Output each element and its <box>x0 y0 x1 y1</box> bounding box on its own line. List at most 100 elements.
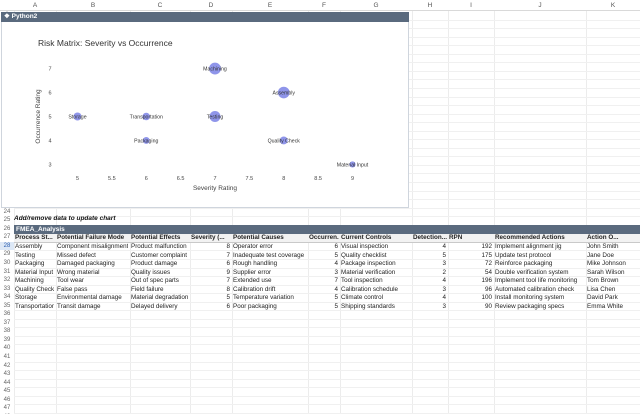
table-cell[interactable]: 5 <box>309 252 338 261</box>
table-cell[interactable]: Testing <box>15 252 54 261</box>
column-header-j[interactable]: J <box>494 2 586 9</box>
table-cell[interactable]: Implement alignment jig <box>495 243 584 252</box>
table-cell[interactable]: David Park <box>587 294 638 303</box>
row-header-31[interactable]: 31 <box>0 268 14 277</box>
table-cell[interactable]: 2 <box>413 269 446 278</box>
row-header-40[interactable]: 40 <box>0 344 14 353</box>
row-header-25[interactable]: 25 <box>0 216 14 225</box>
column-header-i[interactable]: I <box>448 2 494 9</box>
table-cell[interactable]: Operator error <box>233 243 306 252</box>
table-cell[interactable]: 5 <box>413 252 446 261</box>
table-cell[interactable]: Implement tool life monitoring <box>495 277 584 286</box>
row-header-34[interactable]: 34 <box>0 293 14 302</box>
table-cell[interactable]: 72 <box>449 260 492 269</box>
table-header-cell[interactable]: Detection... <box>413 234 447 243</box>
column-header-c[interactable]: C <box>130 2 190 9</box>
table-header-cell[interactable]: Action O... <box>587 234 639 243</box>
table-cell[interactable]: Jane Doe <box>587 252 638 261</box>
table-cell[interactable]: Emma White <box>587 303 638 312</box>
table-cell[interactable]: Visual inspection <box>341 243 410 252</box>
chart-area[interactable]: Risk Matrix: Severity vs Occurrence Sever… <box>1 22 409 208</box>
table-header-cell[interactable]: Current Controls <box>341 234 411 243</box>
table-cell[interactable]: Transit damage <box>57 303 128 312</box>
table-cell[interactable]: 4 <box>413 294 446 303</box>
table-cell[interactable]: Extended use <box>233 277 306 286</box>
table-header-cell[interactable]: Recommended Actions <box>495 234 585 243</box>
table-cell[interactable]: 90 <box>449 303 492 312</box>
table-cell[interactable]: Storage <box>15 294 54 303</box>
table-cell[interactable]: 96 <box>449 286 492 295</box>
table-cell[interactable]: Customer complaint <box>131 252 188 261</box>
table-cell[interactable]: 175 <box>449 252 492 261</box>
table-cell[interactable]: 4 <box>309 260 338 269</box>
table-cell[interactable]: Damaged packaging <box>57 260 128 269</box>
row-header-30[interactable]: 30 <box>0 259 14 268</box>
table-cell[interactable]: Quality Check <box>15 286 54 295</box>
table-cell[interactable]: Material Input <box>15 269 54 278</box>
table-cell[interactable]: Assembly <box>15 243 54 252</box>
table-cell[interactable]: 6 <box>309 243 338 252</box>
table-cell[interactable]: Product damage <box>131 260 188 269</box>
column-header-f[interactable]: F <box>308 2 340 9</box>
table-cell[interactable]: Reinforce packaging <box>495 260 584 269</box>
table-cell[interactable]: Product malfunction <box>131 243 188 252</box>
table-cell[interactable]: Missed defect <box>57 252 128 261</box>
table-cell[interactable]: Calibration schedule <box>341 286 410 295</box>
table-cell[interactable]: Double verification system <box>495 269 584 278</box>
row-header-47[interactable]: 47 <box>0 404 14 413</box>
table-cell[interactable]: 3 <box>413 260 446 269</box>
table-cell[interactable]: Field failure <box>131 286 188 295</box>
row-header-38[interactable]: 38 <box>0 327 14 336</box>
row-header-36[interactable]: 36 <box>0 310 14 319</box>
column-header-k[interactable]: K <box>586 2 640 9</box>
table-cell[interactable]: Install monitoring system <box>495 294 584 303</box>
table-cell[interactable]: 4 <box>309 286 338 295</box>
table-header-cell[interactable]: Potential Causes <box>233 234 307 243</box>
table-cell[interactable]: Component misalignment <box>57 243 128 252</box>
table-cell[interactable]: 54 <box>449 269 492 278</box>
row-header-33[interactable]: 33 <box>0 285 14 294</box>
table-cell[interactable]: Tom Brown <box>587 277 638 286</box>
table-cell[interactable]: 8 <box>191 243 230 252</box>
row-header-28[interactable]: 28 <box>0 241 14 251</box>
row-header-27[interactable]: 27 <box>0 233 14 242</box>
table-cell[interactable]: Calibration drift <box>233 286 306 295</box>
table-cell[interactable]: False pass <box>57 286 128 295</box>
column-header-d[interactable]: D <box>190 2 232 9</box>
table-header-cell[interactable]: RPN <box>449 234 493 243</box>
table-cell[interactable]: Update test protocol <box>495 252 584 261</box>
table-header-cell[interactable]: Potential Failure Mode <box>57 234 129 243</box>
table-cell[interactable]: Material verification <box>341 269 410 278</box>
table-cell[interactable]: Inadequate test coverage <box>233 252 306 261</box>
table-cell[interactable]: Delayed delivery <box>131 303 188 312</box>
row-header-39[interactable]: 39 <box>0 336 14 345</box>
table-cell[interactable]: Packaging <box>15 260 54 269</box>
table-cell[interactable]: 4 <box>413 243 446 252</box>
table-cell[interactable]: Climate control <box>341 294 410 303</box>
table-cell[interactable]: John Smith <box>587 243 638 252</box>
table-cell[interactable]: 8 <box>191 286 230 295</box>
row-header-42[interactable]: 42 <box>0 362 14 371</box>
table-cell[interactable]: Package inspection <box>341 260 410 269</box>
row-header-44[interactable]: 44 <box>0 379 14 388</box>
table-cell[interactable]: Sarah Wilson <box>587 269 638 278</box>
table-cell[interactable]: Wrong material <box>57 269 128 278</box>
table-cell[interactable]: 6 <box>191 260 230 269</box>
row-header-35[interactable]: 35 <box>0 302 14 311</box>
table-header-cell[interactable]: Process St... <box>15 234 55 243</box>
table-cell[interactable]: 196 <box>449 277 492 286</box>
row-header-45[interactable]: 45 <box>0 387 14 396</box>
table-cell[interactable]: Tool inspection <box>341 277 410 286</box>
table-cell[interactable]: Lisa Chen <box>587 286 638 295</box>
table-cell[interactable]: 3 <box>309 269 338 278</box>
table-cell[interactable]: 7 <box>309 277 338 286</box>
table-cell[interactable]: 3 <box>413 286 446 295</box>
row-header-41[interactable]: 41 <box>0 353 14 362</box>
row-header-32[interactable]: 32 <box>0 276 14 285</box>
column-header-b[interactable]: B <box>56 2 130 9</box>
table-header-cell[interactable]: Severity (... <box>191 234 231 243</box>
table-cell[interactable]: Review packaging specs <box>495 303 584 312</box>
table-cell[interactable]: 192 <box>449 243 492 252</box>
table-cell[interactable]: 9 <box>191 269 230 278</box>
table-cell[interactable]: Shipping standards <box>341 303 410 312</box>
